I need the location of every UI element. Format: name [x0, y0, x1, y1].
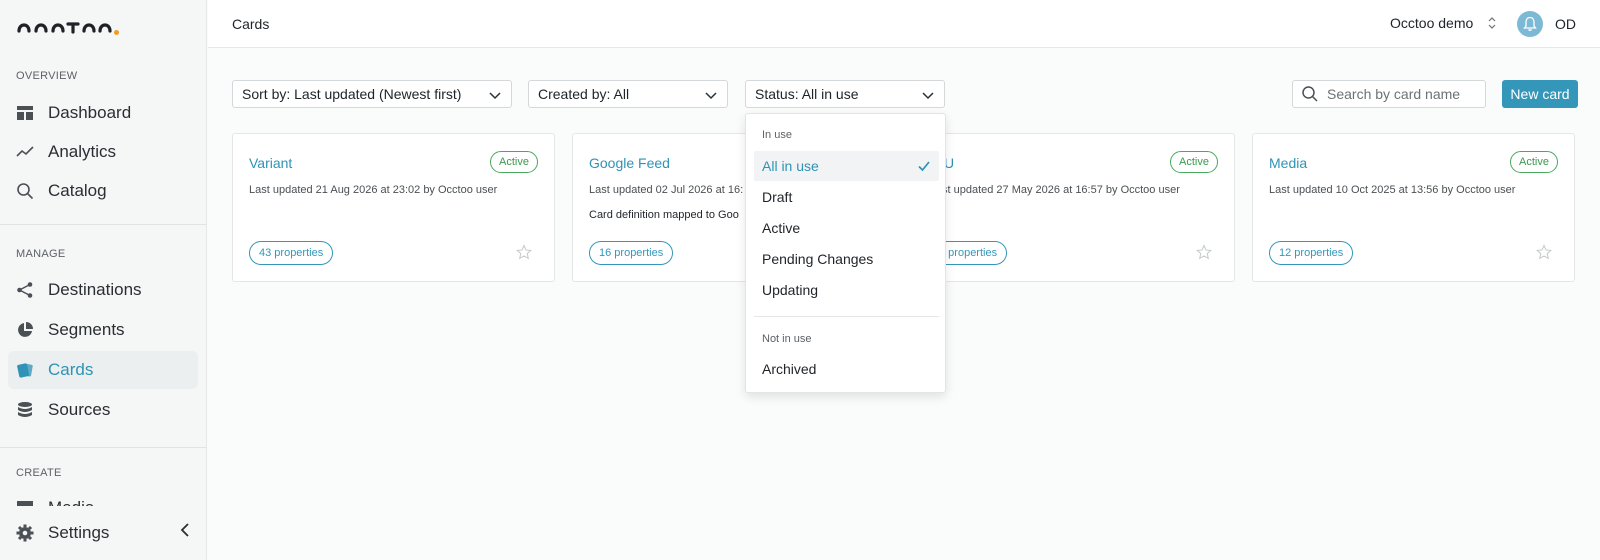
analytics-icon: [16, 143, 34, 161]
status-option-active[interactable]: Active: [754, 213, 939, 243]
dropdown-group-label: In use: [762, 129, 792, 141]
option-label: Pending Changes: [762, 251, 874, 267]
option-label: All in use: [762, 158, 819, 174]
sidebar-item-cards[interactable]: Cards: [8, 351, 198, 389]
status-dropdown-menu: In use All in use Draft Active Pending C…: [745, 113, 946, 393]
logo-wordmark: [17, 22, 112, 34]
card-item[interactable]: U Active st updated 27 May 2026 at 16:57…: [912, 133, 1235, 282]
sidebar-item-segments[interactable]: Segments: [8, 311, 198, 349]
section-label-overview: OVERVIEW: [16, 70, 78, 82]
search-icon: [1302, 86, 1318, 102]
org-name: Occtoo demo: [1390, 15, 1474, 31]
sidebar-item-label: Media: [48, 498, 94, 506]
card-last-updated: Last updated 21 Aug 2026 at 23:02 by Occ…: [249, 184, 498, 196]
sidebar-item-settings[interactable]: Settings: [8, 514, 198, 552]
card-title[interactable]: Google Feed: [589, 155, 670, 171]
sidebar-item-sources[interactable]: Sources: [8, 391, 198, 429]
sidebar-item-label: Segments: [48, 320, 125, 339]
bell-icon: [1523, 16, 1537, 31]
sidebar-item-label: Destinations: [48, 280, 142, 299]
chevron-down-icon: [489, 92, 501, 100]
gear-icon: [16, 524, 34, 542]
sidebar-item-label: Sources: [48, 400, 111, 419]
card-last-updated: Last updated 10 Oct 2025 at 13:56 by Occ…: [1269, 184, 1516, 196]
sort-select[interactable]: Sort by: Last updated (Newest first): [232, 80, 512, 108]
share-icon: [16, 281, 34, 299]
search-field[interactable]: [1292, 80, 1486, 108]
dropdown-divider: [754, 316, 939, 317]
settings-label: Settings: [48, 523, 110, 542]
database-icon: [16, 401, 34, 419]
sidebar-item-label: Catalog: [48, 181, 107, 200]
dashboard-icon: [16, 104, 34, 122]
sidebar-item-dashboard[interactable]: Dashboard: [8, 94, 198, 132]
status-select[interactable]: Status: All in use: [745, 80, 945, 108]
option-label: Updating: [762, 282, 819, 298]
card-title[interactable]: Media: [1269, 155, 1307, 171]
card-item[interactable]: Media Active Last updated 10 Oct 2025 at…: [1252, 133, 1575, 282]
chevron-down-icon: [705, 92, 717, 100]
properties-badge[interactable]: 16 properties: [589, 241, 674, 265]
option-label: Active: [762, 220, 801, 236]
sidebar-divider: [0, 447, 206, 448]
org-switcher[interactable]: Occtoo demo: [1390, 15, 1497, 31]
occtoo-logo[interactable]: [16, 17, 119, 37]
sidebar-item-analytics[interactable]: Analytics: [8, 133, 198, 171]
card-title[interactable]: Variant: [249, 155, 292, 171]
new-card-button[interactable]: New card: [1502, 80, 1578, 108]
cards-icon: [16, 361, 34, 379]
section-label-manage: MANAGE: [16, 248, 66, 260]
option-label: Draft: [762, 189, 793, 205]
dropdown-group-label: Not in use: [762, 333, 812, 345]
logo-dot: [114, 29, 119, 35]
star-icon[interactable]: [516, 244, 532, 260]
media-icon: [16, 498, 34, 506]
properties-badge[interactable]: 12 properties: [1269, 241, 1354, 265]
checkmark-icon: [918, 161, 930, 172]
created-by-select-value: Created by: All: [538, 86, 630, 102]
properties-badge[interactable]: 43 properties: [249, 241, 334, 265]
status-badge: Active: [490, 151, 538, 173]
chevron-left-icon[interactable]: [176, 521, 194, 539]
status-option-pending-changes[interactable]: Pending Changes: [754, 244, 939, 274]
sidebar-item-label: Dashboard: [48, 103, 132, 122]
card-description: Card definition mapped to Goo: [589, 209, 739, 221]
star-icon[interactable]: [1536, 244, 1552, 260]
status-badge: Active: [1510, 151, 1558, 173]
sidebar-item-media[interactable]: Media: [8, 492, 198, 506]
sidebar-item-label: Analytics: [48, 142, 117, 161]
updown-chevron-icon: [1488, 17, 1496, 29]
section-label-create: CREATE: [16, 467, 62, 479]
sort-select-value: Sort by: Last updated (Newest first): [242, 86, 462, 102]
page-title: Cards: [232, 16, 270, 32]
status-option-archived[interactable]: Archived: [754, 354, 939, 384]
status-option-all-in-use[interactable]: All in use: [754, 151, 939, 181]
card-last-updated: st updated 27 May 2026 at 16:57 by Occto…: [942, 184, 1180, 196]
status-option-updating[interactable]: Updating: [754, 275, 939, 305]
status-select-value: Status: All in use: [755, 86, 859, 102]
search-icon: [16, 182, 34, 200]
sidebar-item-catalog[interactable]: Catalog: [8, 172, 198, 210]
pie-icon: [16, 321, 34, 339]
sidebar-item-label: Cards: [48, 360, 94, 379]
status-badge: Active: [1170, 151, 1218, 173]
option-label: Archived: [762, 361, 817, 377]
chevron-down-icon: [922, 92, 934, 100]
sidebar-divider: [0, 224, 206, 225]
card-item[interactable]: Variant Active Last updated 21 Aug 2026 …: [232, 133, 555, 282]
card-last-updated: Last updated 02 Jul 2026 at 16:: [589, 184, 744, 196]
user-avatar[interactable]: OD: [1555, 16, 1576, 32]
star-icon[interactable]: [1196, 244, 1212, 260]
created-by-select[interactable]: Created by: All: [528, 80, 728, 108]
status-option-draft[interactable]: Draft: [754, 182, 939, 212]
notifications-button[interactable]: [1517, 11, 1543, 37]
top-header: Cards Occtoo demo OD: [208, 0, 1600, 48]
sidebar-item-destinations[interactable]: Destinations: [8, 271, 198, 309]
sidebar: OVERVIEW Dashboard Analytics Catalog MAN…: [0, 0, 207, 560]
search-input[interactable]: [1327, 86, 1477, 102]
